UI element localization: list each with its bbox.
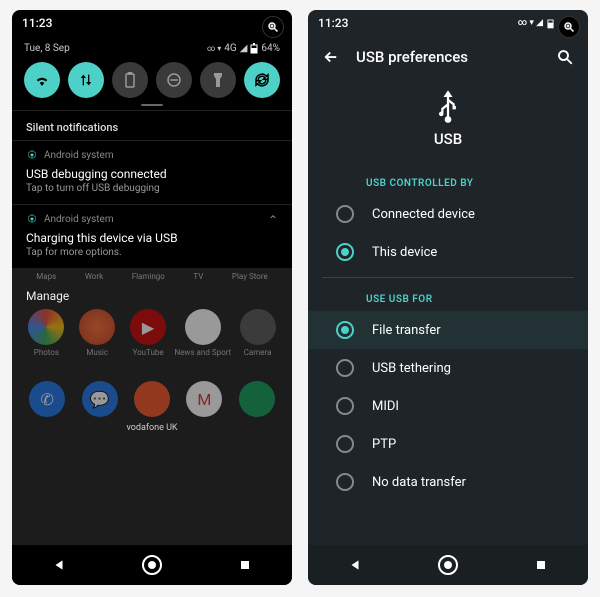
- option-midi[interactable]: MIDI: [322, 387, 574, 425]
- back-button[interactable]: [39, 558, 79, 572]
- option-label: Connected device: [372, 207, 475, 222]
- app-gmail[interactable]: M: [179, 381, 229, 417]
- notif-subtitle: Tap for more options.: [26, 247, 178, 258]
- recents-button[interactable]: [225, 559, 265, 571]
- date-label: Tue, 8 Sep: [24, 43, 70, 54]
- app-brave[interactable]: [127, 381, 177, 417]
- notification-usb-debug[interactable]: Android system USB debugging connected T…: [12, 140, 292, 204]
- app-photos[interactable]: Photos: [22, 309, 71, 357]
- status-bar: 11:23 ∞ ▾ ◢: [308, 10, 588, 36]
- option-label: USB tethering: [372, 361, 451, 376]
- radio-icon: [336, 321, 354, 339]
- chevron-up-icon[interactable]: ⌃: [268, 213, 278, 227]
- battery-indicator: ∞ ▾ 4G ◢ 64%: [207, 42, 280, 54]
- app-youtube[interactable]: ▶YouTube: [124, 309, 173, 357]
- notif-app-label: Android system: [44, 214, 114, 225]
- option-file-transfer[interactable]: File transfer: [308, 311, 588, 349]
- clock: 11:23: [22, 16, 52, 30]
- app-messages[interactable]: 💬: [74, 381, 124, 417]
- option-label: This device: [372, 245, 437, 260]
- option-no-data[interactable]: No data transfer: [322, 463, 574, 501]
- radio-icon: [336, 359, 354, 377]
- drag-handle[interactable]: [141, 104, 163, 106]
- zoom-icon[interactable]: [262, 16, 284, 38]
- dnd-tile[interactable]: [156, 62, 192, 98]
- wifi-tile[interactable]: [24, 62, 60, 98]
- notification-charging[interactable]: Android system Charging this device via …: [12, 204, 292, 268]
- zoom-icon[interactable]: [558, 16, 580, 38]
- silent-header: Silent notifications: [12, 110, 292, 140]
- section-controlled-by: USB CONTROLLED BY: [322, 168, 574, 195]
- page-title: USB preferences: [356, 48, 540, 66]
- rotate-tile[interactable]: [244, 62, 280, 98]
- home-button[interactable]: [428, 555, 468, 575]
- option-label: File transfer: [372, 323, 441, 338]
- home-button[interactable]: [132, 555, 172, 575]
- manage-label[interactable]: Manage: [22, 287, 282, 309]
- radio-icon: [336, 205, 354, 223]
- radio-icon: [336, 473, 354, 491]
- gear-icon: [26, 213, 38, 225]
- notif-title: Charging this device via USB: [26, 231, 178, 245]
- gear-icon: [26, 149, 38, 161]
- radio-icon: [336, 435, 354, 453]
- back-arrow-icon[interactable]: [322, 48, 340, 66]
- notif-title: USB debugging connected: [26, 167, 278, 181]
- app-news[interactable]: News and Sport: [174, 309, 231, 357]
- notif-app-label: Android system: [44, 150, 114, 161]
- radio-icon: [336, 397, 354, 415]
- home-screen: MapsWorkFlamingoTVPlay Store Manage Phot…: [12, 268, 292, 545]
- option-label: No data transfer: [372, 475, 466, 490]
- option-ptp[interactable]: PTP: [322, 425, 574, 463]
- nav-bar: [308, 545, 588, 585]
- notif-subtitle: Tap to turn off USB debugging: [26, 183, 278, 194]
- data-tile[interactable]: [68, 62, 104, 98]
- option-this-device[interactable]: This device: [322, 233, 574, 271]
- usb-hero: USB: [308, 78, 588, 168]
- option-label: PTP: [372, 437, 396, 452]
- section-use-usb-for: USE USB FOR: [322, 284, 574, 311]
- app-camera[interactable]: Camera: [233, 309, 282, 357]
- app-hangouts[interactable]: [232, 381, 282, 417]
- phone-right: 11:23 ∞ ▾ ◢ USB preferences USB USB CONT…: [308, 10, 588, 585]
- status-bar: 11:23: [12, 10, 292, 36]
- battery-tile[interactable]: [112, 62, 148, 98]
- phone-left: 11:23 Tue, 8 Sep ∞ ▾ 4G ◢ 64% Silent not…: [12, 10, 292, 585]
- usb-icon: [434, 88, 462, 124]
- divider: [322, 277, 574, 278]
- usb-title: USB: [308, 130, 588, 148]
- app-music[interactable]: Music: [73, 309, 122, 357]
- search-icon[interactable]: [556, 48, 574, 66]
- settings-header: USB preferences: [308, 36, 588, 78]
- recents-button[interactable]: [521, 559, 561, 571]
- carrier-label: vodafone UK: [22, 417, 282, 435]
- ghost-row: MapsWorkFlamingoTVPlay Store: [22, 272, 282, 281]
- flashlight-tile[interactable]: [200, 62, 236, 98]
- option-connected-device[interactable]: Connected device: [322, 195, 574, 233]
- clock: 11:23: [318, 16, 348, 30]
- nav-bar: [12, 545, 292, 585]
- option-label: MIDI: [372, 399, 399, 414]
- quick-settings: Tue, 8 Sep ∞ ▾ 4G ◢ 64%: [12, 36, 292, 110]
- radio-icon: [336, 243, 354, 261]
- app-phone[interactable]: ✆: [22, 381, 72, 417]
- back-button[interactable]: [335, 558, 375, 572]
- option-usb-tethering[interactable]: USB tethering: [322, 349, 574, 387]
